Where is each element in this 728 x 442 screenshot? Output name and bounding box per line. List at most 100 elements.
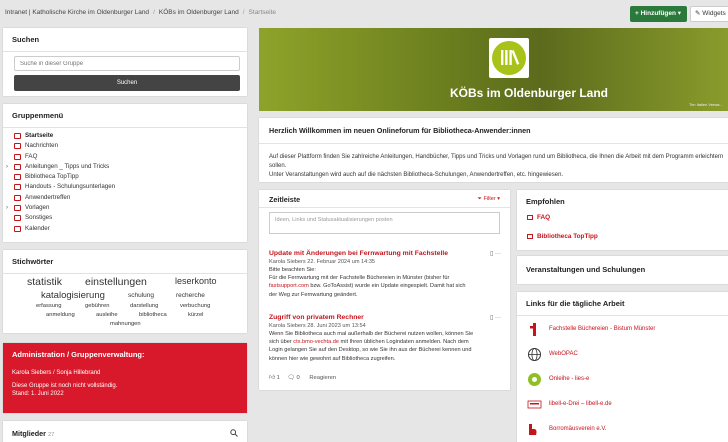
links-card: Links für die tägliche Arbeit Fachstelle… bbox=[517, 292, 728, 442]
folder-icon bbox=[527, 234, 533, 239]
search-input[interactable] bbox=[14, 56, 240, 71]
menu-item-toptipp[interactable]: Bibliotheca TopTipp bbox=[3, 172, 247, 182]
post-body-line: können hier wie gewohnt auf Bibliotheca … bbox=[269, 355, 396, 362]
menu-item-label: Vorlagen bbox=[25, 204, 50, 212]
more-icon[interactable]: ··· bbox=[495, 315, 501, 321]
comment-button[interactable]: 🗨︎ 0 bbox=[288, 375, 300, 381]
menu-item-label: Anleitungen _ Tipps und Tricks bbox=[25, 162, 110, 170]
search-icon[interactable] bbox=[230, 429, 238, 437]
members-count: 27 bbox=[47, 432, 55, 438]
breadcrumb-item-intranet[interactable]: Intranet | Katholische Kirche im Oldenbu… bbox=[5, 9, 149, 16]
post-title[interactable]: Update mit Änderungen bei Fernwartung mi… bbox=[269, 250, 501, 257]
link-webopac[interactable]: WebOPAC bbox=[527, 345, 717, 365]
menu-item-label: Nachrichten bbox=[25, 142, 59, 150]
post-body-line: Login gelangen Sie auf den Desktop, so w… bbox=[269, 347, 472, 354]
tag-einstellungen[interactable]: einstellungen bbox=[85, 276, 147, 288]
widgets-button[interactable]: ✎ Widgets bbox=[690, 6, 728, 22]
filter-button[interactable]: ⏷ Filter ▾ bbox=[478, 196, 500, 203]
thumbs-up-icon: 👍︎ bbox=[269, 375, 277, 381]
react-button[interactable]: Reagieren bbox=[309, 375, 336, 381]
tag-bibliotheca[interactable]: bibliotheca bbox=[139, 312, 167, 318]
members-title-text: Mitglieder bbox=[12, 429, 46, 438]
menu-item-handouts[interactable]: Handouts - Schulungsunterlagen bbox=[3, 182, 247, 192]
folder-icon bbox=[14, 163, 21, 170]
search-button[interactable]: Suchen bbox=[14, 75, 240, 91]
bookmark-icon[interactable]: ▯ bbox=[490, 315, 493, 321]
link-libell-e[interactable]: libell-e-Drei – libell-e.de bbox=[527, 395, 717, 415]
borromaeus-logo-icon bbox=[529, 424, 537, 435]
chevron-right-icon[interactable]: › bbox=[6, 203, 8, 213]
chevron-down-icon: ▾ bbox=[676, 10, 682, 17]
tag-verbuchung[interactable]: verbuchung bbox=[180, 303, 210, 309]
menu-item-faq[interactable]: FAQ bbox=[3, 152, 247, 162]
post-reactions: 👍︎ 1 🗨︎ 0 Reagieren bbox=[269, 374, 336, 381]
image-credit: Tim Italien Verwa... bbox=[689, 102, 723, 107]
breadcrumb: Intranet | Katholische Kirche im Oldenbu… bbox=[5, 9, 276, 16]
post-body-line: sich über ctx.bmo-vechta.de mit Ihren üb… bbox=[269, 338, 501, 346]
link-onleihe[interactable]: Onleihe - lies-e bbox=[527, 370, 717, 390]
link-fachstelle[interactable]: Fachstelle Büchereien - Bistum Münster bbox=[527, 320, 717, 340]
post-actions: ▯ ··· bbox=[490, 250, 501, 257]
menu-item-kalender[interactable]: Kalender bbox=[3, 224, 247, 234]
link-borromaeus[interactable]: Borromäusverein e.V. bbox=[527, 420, 717, 440]
chevron-right-icon[interactable]: › bbox=[6, 162, 8, 172]
post-title[interactable]: Zugriff von privatem Rechner bbox=[269, 314, 501, 321]
tag-recherche[interactable]: recherche bbox=[176, 292, 205, 299]
menu-item-sonstiges[interactable]: Sonstiges bbox=[3, 213, 247, 223]
tag-kuerzel[interactable]: kürzel bbox=[188, 312, 203, 318]
tag-schulung[interactable]: schulung bbox=[128, 292, 154, 299]
tag-leserkonto[interactable]: leserkonto bbox=[175, 276, 217, 286]
group-menu-title: Gruppenmenü bbox=[3, 104, 247, 128]
breadcrumb-item-current: Startseite bbox=[248, 9, 277, 16]
link-label: Onleihe - lies-e bbox=[549, 376, 590, 382]
welcome-paragraph: Auf dieser Plattform finden Sie zahlreic… bbox=[269, 154, 724, 160]
breadcrumb-item-group[interactable]: KÖBs im Oldenburger Land bbox=[159, 9, 239, 16]
comment-icon: 🗨︎ bbox=[287, 375, 297, 381]
group-menu-list: Startseite Nachrichten FAQ › Anleitungen … bbox=[3, 128, 247, 234]
members-title: Mitglieder 27 bbox=[12, 429, 54, 438]
tag-cloud-title: Stichwörter bbox=[3, 250, 247, 274]
admin-date: Stand: 1. Juni 2022 bbox=[12, 391, 64, 397]
tag-katalogisierung[interactable]: katalogisierung bbox=[41, 290, 105, 301]
like-count: 1 bbox=[276, 375, 280, 381]
tag-statistik[interactable]: statistik bbox=[27, 276, 62, 288]
post-body-text: bzw. GoToAssist) wurde ein Update einges… bbox=[308, 283, 466, 290]
recommended-card: Empfohlen FAQ Bibliotheca TopTipp bbox=[517, 190, 728, 250]
tag-darstellung[interactable]: darstellung bbox=[130, 303, 158, 309]
post-link[interactable]: fastsupport.com bbox=[269, 283, 309, 289]
comment-count: 0 bbox=[296, 375, 300, 381]
link-label: Fachstelle Büchereien - Bistum Münster bbox=[549, 326, 656, 332]
post-body-text: sich über bbox=[269, 339, 294, 346]
news-icon bbox=[14, 143, 21, 150]
tag-erfassung[interactable]: erfassung bbox=[36, 303, 61, 309]
filter-label: Filter bbox=[483, 196, 496, 202]
post-body-text: mit Ihren üblichen Logindaten anmelden. … bbox=[338, 339, 469, 346]
post-link[interactable]: ctx.bmo-vechta.de bbox=[293, 339, 339, 345]
admin-names: Karola Siebers / Sonja Hillebrand bbox=[12, 370, 101, 376]
group-header-banner: KÖBs im Oldenburger Land Tim Italien Ver… bbox=[259, 28, 728, 111]
like-button[interactable]: 👍︎ 1 bbox=[269, 375, 280, 381]
recommended-item-faq[interactable]: FAQ bbox=[517, 208, 728, 227]
menu-item-nachrichten[interactable]: Nachrichten bbox=[3, 141, 247, 151]
bookmark-icon[interactable]: ▯ bbox=[490, 251, 493, 257]
events-title: Veranstaltungen und Schulungen bbox=[526, 265, 646, 274]
menu-item-vorlagen[interactable]: › Vorlagen bbox=[3, 203, 247, 213]
menu-item-startseite[interactable]: Startseite bbox=[3, 131, 247, 141]
post-body: Wenn Sie Bibliotheca auch mal außerhalb … bbox=[269, 330, 501, 363]
folder-icon bbox=[14, 205, 21, 212]
menu-item-anwendertreffen[interactable]: Anwendertreffen bbox=[3, 193, 247, 203]
add-button[interactable]: + Hinzufügen ▾ bbox=[630, 6, 687, 22]
tag-ausleihe[interactable]: ausleihe bbox=[96, 312, 118, 318]
recommended-item-label: Bibliotheca TopTipp bbox=[537, 233, 598, 240]
recommended-item-toptipp[interactable]: Bibliotheca TopTipp bbox=[517, 227, 728, 246]
post-input[interactable]: Ideen, Links und Statusaktualisierungen … bbox=[269, 212, 500, 234]
more-icon[interactable]: ··· bbox=[495, 251, 501, 257]
link-label: Borromäusverein e.V. bbox=[549, 426, 607, 432]
tag-gebuehren[interactable]: gebühren bbox=[85, 303, 110, 309]
tag-anmeldung[interactable]: anmeldung bbox=[46, 312, 75, 318]
tag-mahnungen[interactable]: mahnungen bbox=[110, 321, 141, 327]
onleihe-logo-icon bbox=[528, 373, 541, 386]
menu-item-anleitungen[interactable]: › Anleitungen _ Tipps und Tricks bbox=[3, 162, 247, 172]
welcome-text: Auf dieser Plattform finden Sie zahlreic… bbox=[259, 144, 728, 180]
calendar-icon bbox=[14, 225, 21, 232]
